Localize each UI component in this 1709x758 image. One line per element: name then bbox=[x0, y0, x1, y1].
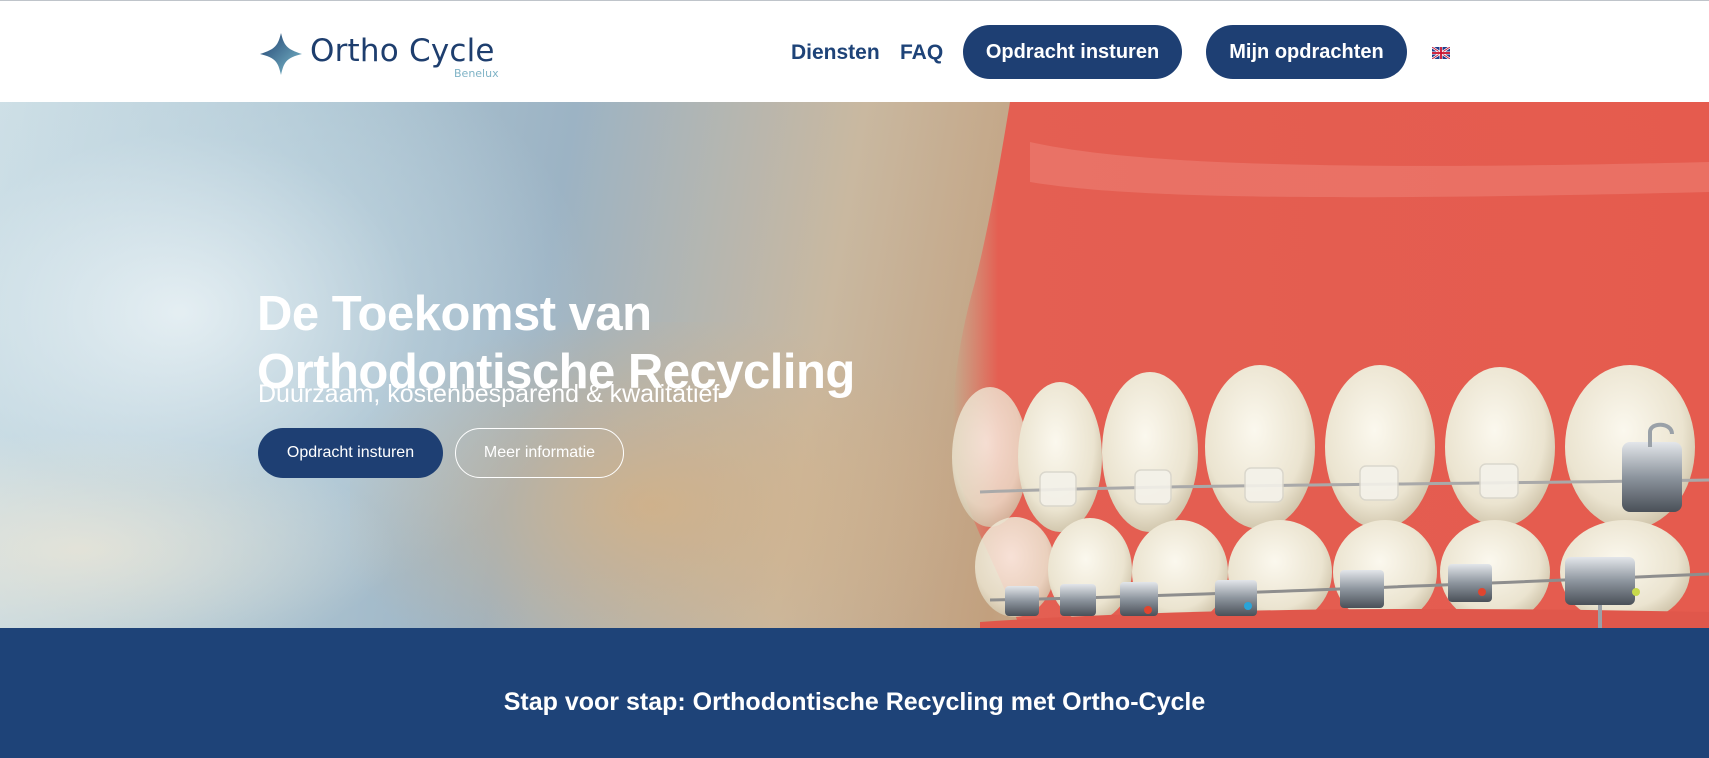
logo-subtext: Benelux bbox=[454, 67, 499, 80]
uk-flag-icon[interactable] bbox=[1432, 47, 1450, 59]
logo[interactable]: Ortho Cycle Benelux bbox=[258, 27, 499, 83]
steps-heading: Stap voor stap: Orthodontische Recycling… bbox=[503, 688, 1206, 716]
hero-subtitle: Duurzaam, kostenbesparend & kwalitatief bbox=[258, 380, 720, 408]
hero-title-line: De Toekomst van bbox=[257, 286, 652, 341]
logo-name: Ortho Cycle bbox=[310, 33, 495, 69]
my-orders-button[interactable]: Mijn opdrachten bbox=[1206, 25, 1407, 79]
steps-section: Stap voor stap: Orthodontische Recycling… bbox=[0, 628, 1709, 758]
submit-order-button[interactable]: Opdracht insturen bbox=[963, 25, 1182, 79]
nav-diensten[interactable]: Diensten bbox=[791, 41, 880, 65]
logo-mark-icon bbox=[260, 33, 302, 75]
more-info-button[interactable]: Meer informatie bbox=[455, 428, 624, 478]
hero-section: De Toekomst van Orthodontische Recycling… bbox=[0, 102, 1709, 628]
nav-faq[interactable]: FAQ bbox=[900, 41, 943, 65]
hero-submit-order-button[interactable]: Opdracht insturen bbox=[258, 428, 443, 478]
site-header: Ortho Cycle Benelux Diensten FAQ Opdrach… bbox=[0, 1, 1709, 102]
